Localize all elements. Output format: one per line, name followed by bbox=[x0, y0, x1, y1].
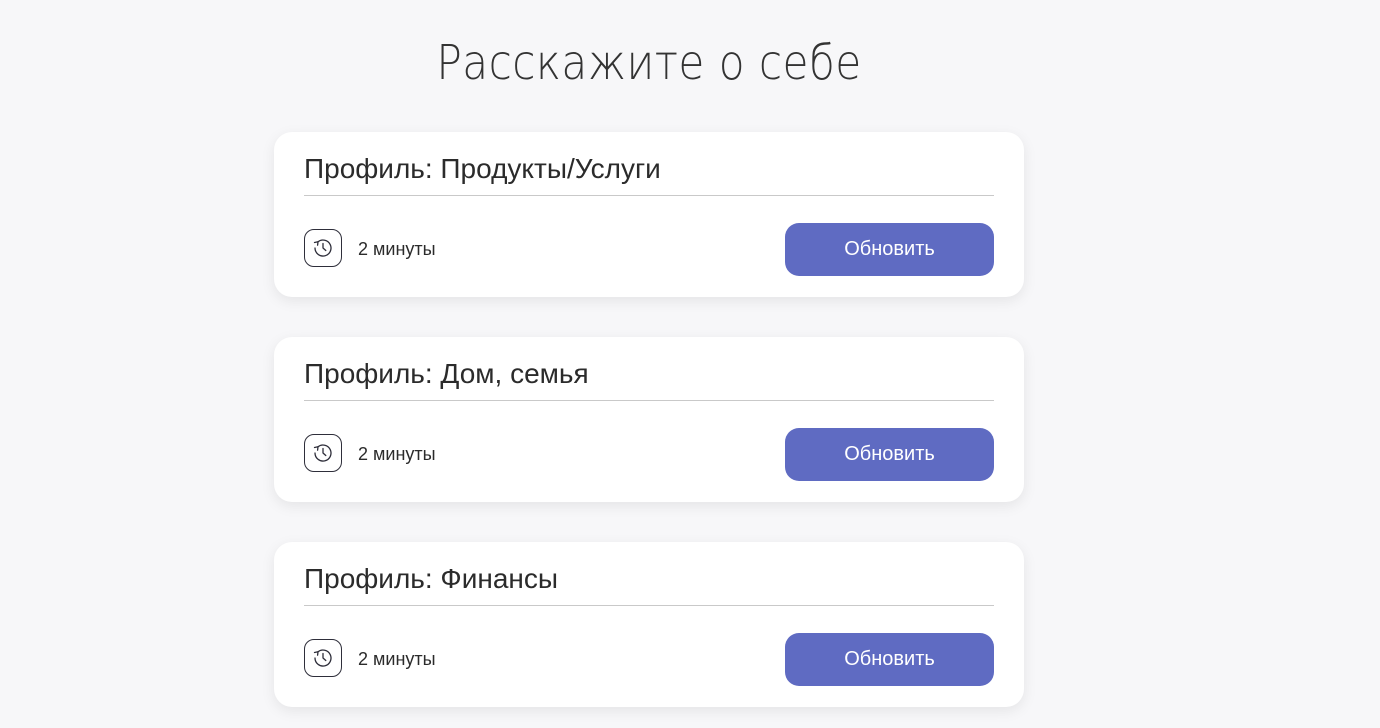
update-button[interactable]: Обновить bbox=[785, 223, 994, 276]
page-title: Расскажите о себе bbox=[436, 35, 862, 91]
history-clock-icon bbox=[304, 434, 342, 472]
page: Расскажите о себе Профиль: Продукты/Услу… bbox=[0, 0, 1380, 728]
duration-label: 2 минуты bbox=[358, 649, 436, 669]
profile-card-products: Профиль: Продукты/Услуги 2 минуты Обнови… bbox=[274, 132, 1024, 297]
card-title: Профиль: Дом, семья bbox=[304, 358, 589, 389]
card-divider bbox=[304, 400, 994, 401]
duration-label: 2 минуты bbox=[358, 239, 436, 259]
history-clock-icon bbox=[304, 639, 342, 677]
profile-card-finance: Профиль: Финансы 2 минуты Обновить bbox=[274, 542, 1024, 707]
history-clock-icon bbox=[304, 229, 342, 267]
card-title: Профиль: Продукты/Услуги bbox=[304, 153, 661, 184]
duration-label: 2 минуты bbox=[358, 444, 436, 464]
profile-card-list: Профиль: Продукты/Услуги 2 минуты Обнови… bbox=[274, 132, 1024, 728]
update-button[interactable]: Обновить bbox=[785, 633, 994, 686]
card-title: Профиль: Финансы bbox=[304, 563, 558, 594]
profile-card-home-family: Профиль: Дом, семья 2 минуты Обновить bbox=[274, 337, 1024, 502]
card-divider bbox=[304, 195, 994, 196]
card-divider bbox=[304, 605, 994, 606]
update-button[interactable]: Обновить bbox=[785, 428, 994, 481]
